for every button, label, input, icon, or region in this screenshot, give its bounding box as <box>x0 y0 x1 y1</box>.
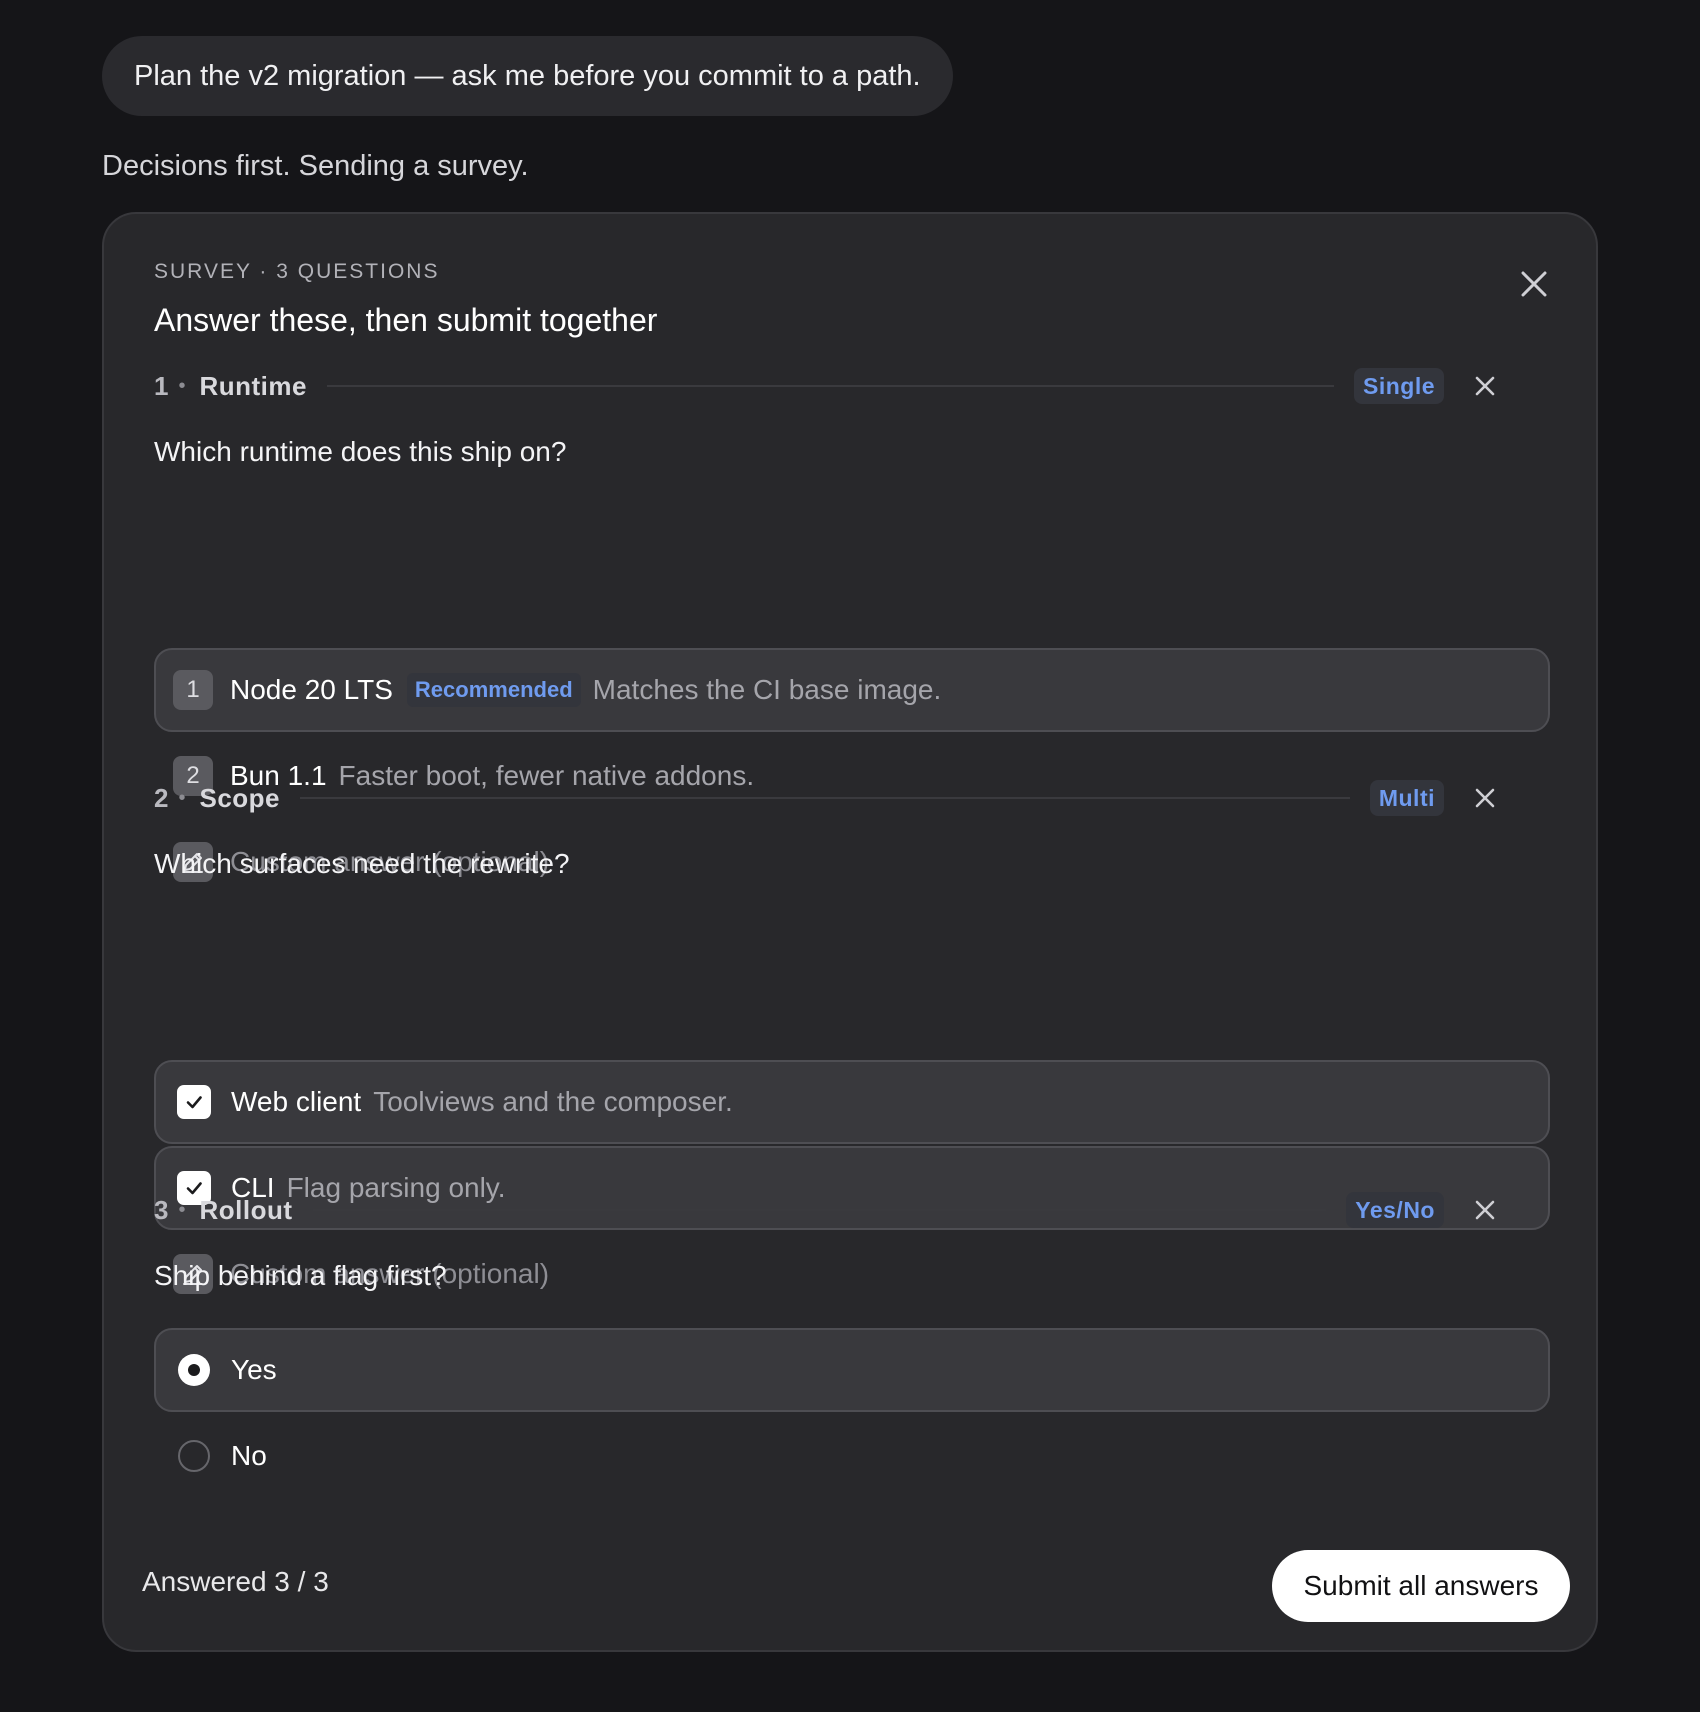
option-yes[interactable]: Yes <box>154 1328 1550 1412</box>
option-number-badge: 1 <box>173 670 213 710</box>
user-message-text: Plan the v2 migration — ask me before yo… <box>134 59 921 92</box>
option-node-20-lts[interactable]: 1 Node 20 LTS Recommended Matches the CI… <box>154 648 1550 732</box>
survey-eyebrow: SURVEY · 3 QUESTIONS <box>154 260 440 283</box>
option-description: Matches the CI base image. <box>592 674 942 705</box>
survey-title: Answer these, then submit together <box>154 302 658 338</box>
remove-question-icon[interactable] <box>1470 1195 1500 1225</box>
question-text: Which runtime does this ship on? <box>154 436 567 467</box>
section-header: 2 • Scope Multi <box>154 778 1504 818</box>
submit-all-answers-button[interactable]: Submit all answers <box>1272 1550 1570 1622</box>
option-label: No <box>231 1440 267 1471</box>
radio-unselected-icon[interactable] <box>178 1440 210 1472</box>
option-description: Toolviews and the composer. <box>373 1086 733 1117</box>
survey-card: SURVEY · 3 QUESTIONS Answer these, then … <box>102 212 1598 1652</box>
type-badge-yes-no: Yes/No <box>1346 1192 1444 1228</box>
section-name: Rollout <box>199 1194 293 1225</box>
option-label: Web client <box>231 1086 362 1117</box>
section-divider <box>312 1209 1327 1211</box>
section-name: Runtime <box>199 370 307 401</box>
remove-question-icon[interactable] <box>1470 783 1500 813</box>
type-badge-multi: Multi <box>1369 780 1444 816</box>
section-divider <box>300 797 1350 799</box>
question-text: Which surfaces need the rewrite? <box>154 848 570 879</box>
section-header: 3 • Rollout Yes/No <box>154 1190 1504 1230</box>
section-separator-dot: • <box>178 374 186 397</box>
answered-count: Answered 3 / 3 <box>142 1566 329 1597</box>
radio-selected-icon[interactable] <box>178 1354 210 1386</box>
section-separator-dot: • <box>178 1198 186 1221</box>
remove-question-icon[interactable] <box>1470 371 1500 401</box>
user-message-bubble: Plan the v2 migration — ask me before yo… <box>102 36 953 116</box>
option-label: Node 20 LTS <box>230 674 393 705</box>
section-header: 1 • Runtime Single <box>154 366 1504 406</box>
section-number: 1 <box>154 370 169 401</box>
option-no[interactable]: No <box>154 1414 1550 1498</box>
section-name: Scope <box>199 782 281 813</box>
assistant-message: Decisions first. Sending a survey. <box>102 150 529 182</box>
close-icon[interactable] <box>1514 264 1554 304</box>
section-number: 2 <box>154 782 169 813</box>
option-label: Yes <box>231 1354 277 1385</box>
type-badge-single: Single <box>1353 368 1444 404</box>
recommended-tag: Recommended <box>406 673 581 707</box>
checkbox-checked-icon[interactable] <box>177 1085 211 1119</box>
section-divider <box>326 385 1334 387</box>
option-web-client[interactable]: Web client Toolviews and the composer. <box>154 1060 1550 1144</box>
section-separator-dot: • <box>178 786 186 809</box>
section-number: 3 <box>154 1194 169 1225</box>
question-text: Ship behind a flag first? <box>154 1260 447 1291</box>
